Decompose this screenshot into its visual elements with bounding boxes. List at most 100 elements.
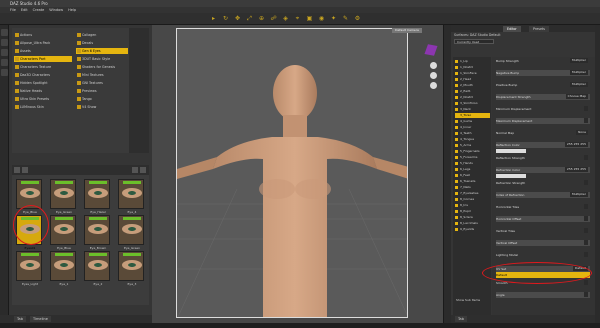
property-row[interactable]: Vertical Tiles <box>496 228 590 234</box>
surface-item[interactable]: 6_Toenails <box>455 179 490 184</box>
zoom-icon[interactable] <box>430 82 437 89</box>
checkbox-icon[interactable] <box>455 108 458 111</box>
checkbox-icon[interactable] <box>455 216 458 219</box>
surface-item[interactable]: 8_Sclera <box>455 215 490 220</box>
surface-item[interactable]: 3_Neck <box>455 107 490 112</box>
surface-item[interactable]: 1_Lip <box>455 59 490 64</box>
surface-item[interactable]: 4_Gums <box>455 119 490 124</box>
3d-viewport[interactable] <box>176 28 408 318</box>
thumbnail[interactable]: Eye_1 <box>50 251 76 286</box>
view-mode-icon[interactable] <box>132 167 138 173</box>
property-row[interactable]: Negative Bump Multiplier <box>496 70 590 76</box>
thumbnail[interactable]: Eye_4 <box>118 179 144 214</box>
orbit-icon[interactable] <box>430 62 437 69</box>
surface-item-selected[interactable]: 3_Torso <box>455 113 490 118</box>
checkbox-icon[interactable] <box>455 60 458 63</box>
subcategory-item[interactable]: Collagen <box>76 32 128 38</box>
surface-item[interactable]: 1_SkinFace <box>455 71 490 76</box>
subcategory-item[interactable]: Mini Textures <box>76 72 128 78</box>
property-row[interactable]: Vertical Offset <box>496 240 590 246</box>
surface-item[interactable]: 4_Tongue <box>455 137 490 142</box>
pan-icon[interactable] <box>430 72 437 79</box>
render-icon[interactable]: ▣ <box>306 15 313 22</box>
property-row[interactable]: Angle <box>496 292 590 298</box>
surface-item[interactable]: 2_EarR <box>455 89 490 94</box>
thumbnail[interactable]: Eye_2 <box>84 251 110 286</box>
camera-label[interactable]: Default Camera <box>392 28 422 33</box>
node-tool-icon[interactable]: ⚙ <box>354 15 361 22</box>
checkbox-icon[interactable] <box>455 222 458 225</box>
surface-item[interactable]: 5_Hands <box>455 161 490 166</box>
checkbox-icon[interactable] <box>455 168 458 171</box>
thumbnail[interactable]: Eye_3 <box>118 251 144 286</box>
thumbnail[interactable]: Eyes_Light <box>16 251 42 286</box>
property-row[interactable]: Index of Refraction Multiplier <box>496 192 590 198</box>
tab-presets[interactable]: Presets <box>529 26 549 32</box>
options-icon[interactable] <box>140 167 146 173</box>
property-row[interactable]: Bump Strength Multiplier <box>496 58 590 64</box>
joint-tool-icon[interactable]: ⊕ <box>258 15 265 22</box>
surface-item[interactable]: 5_Fingernails <box>455 149 490 154</box>
checkbox-icon[interactable] <box>455 66 458 69</box>
camera-tool-icon[interactable]: ◉ <box>318 15 325 22</box>
property-row[interactable]: Horizontal Tiles <box>496 204 590 210</box>
checkbox-icon[interactable] <box>455 72 458 75</box>
subcategory-item[interactable]: V4 Show <box>76 104 128 110</box>
category-item[interactable]: Characters Texture <box>14 64 72 70</box>
subcategory-item-selected[interactable]: Gen 6 Eyes <box>76 48 128 54</box>
checkbox-icon[interactable] <box>455 180 458 183</box>
category-item[interactable]: Ultra Skin Presets <box>14 96 72 102</box>
checkbox-icon[interactable] <box>455 90 458 93</box>
checkbox-icon[interactable] <box>455 228 458 231</box>
checkbox-icon[interactable] <box>455 138 458 141</box>
checkbox-icon[interactable] <box>455 192 458 195</box>
thumbnail[interactable]: Eye_Green <box>50 179 76 214</box>
surface-tool-icon[interactable]: ✎ <box>342 15 349 22</box>
surface-item[interactable]: 7_Nails <box>455 185 490 190</box>
thumbnail[interactable]: Eye_Hazel <box>84 179 110 214</box>
property-row[interactable]: Displacement Strength Choose Map <box>496 94 590 100</box>
subcategory-item[interactable]: Previews <box>76 88 128 94</box>
surface-item[interactable]: 3_SkinTorso <box>455 101 490 106</box>
parameters-icon[interactable] <box>1 59 8 66</box>
rotate-tool-icon[interactable]: ↻ <box>222 15 229 22</box>
property-row[interactable]: Lighting Model <box>496 252 590 258</box>
checkbox-icon[interactable] <box>455 174 458 177</box>
surface-item[interactable]: 6_Feet <box>455 173 490 178</box>
surface-item[interactable]: 8_Cornea <box>455 197 490 202</box>
checkbox-icon[interactable] <box>455 84 458 87</box>
subcategory-item[interactable]: GNI Textures <box>76 80 128 86</box>
checkbox-icon[interactable] <box>455 186 458 189</box>
checkbox-icon[interactable] <box>455 96 458 99</box>
surface-item[interactable]: 9_Eyelids <box>455 227 490 232</box>
category-item[interactable]: LUMinous Skin <box>14 104 72 110</box>
category-item[interactable]: Daz3D Characters <box>14 72 72 78</box>
scene-icon[interactable] <box>1 49 8 56</box>
forward-icon[interactable] <box>22 167 28 173</box>
checkbox-icon[interactable] <box>455 198 458 201</box>
show-sub-items-toggle[interactable]: Show Sub Items <box>456 298 496 303</box>
surface-item[interactable]: 4_Inner <box>455 125 490 130</box>
subcategory-item[interactable]: Tango <box>76 96 128 102</box>
subcategory-item[interactable]: Decals <box>76 40 128 46</box>
subcategory-item[interactable]: 3DUT Basic Style <box>76 56 128 62</box>
light-tool-icon[interactable]: ✦ <box>330 15 337 22</box>
checkbox-icon[interactable] <box>455 78 458 81</box>
tab-timeline[interactable]: Timeline <box>30 316 51 322</box>
checkbox-icon[interactable] <box>455 144 458 147</box>
select-tool-icon[interactable]: ▸ <box>210 15 217 22</box>
tab-editor[interactable]: Editor <box>503 26 521 32</box>
category-item-selected[interactable]: Characters Part <box>14 56 72 62</box>
surface-item[interactable]: 5_Forearms <box>455 155 490 160</box>
property-row[interactable]: Minimum Displacement <box>496 106 590 112</box>
checkbox-icon[interactable] <box>455 102 458 105</box>
category-item[interactable]: Actions <box>14 32 72 38</box>
content-library-icon[interactable] <box>1 39 8 46</box>
checkbox-icon[interactable] <box>455 162 458 165</box>
property-row[interactable]: Refraction Color 255 255 255 <box>496 167 590 173</box>
surface-item[interactable]: 8_Pupil <box>455 209 490 214</box>
checkbox-icon[interactable] <box>455 150 458 153</box>
thumbnail[interactable]: Eye_Blue <box>50 215 76 250</box>
checkbox-icon[interactable] <box>455 120 458 123</box>
scale-tool-icon[interactable]: ⤢ <box>246 15 253 22</box>
